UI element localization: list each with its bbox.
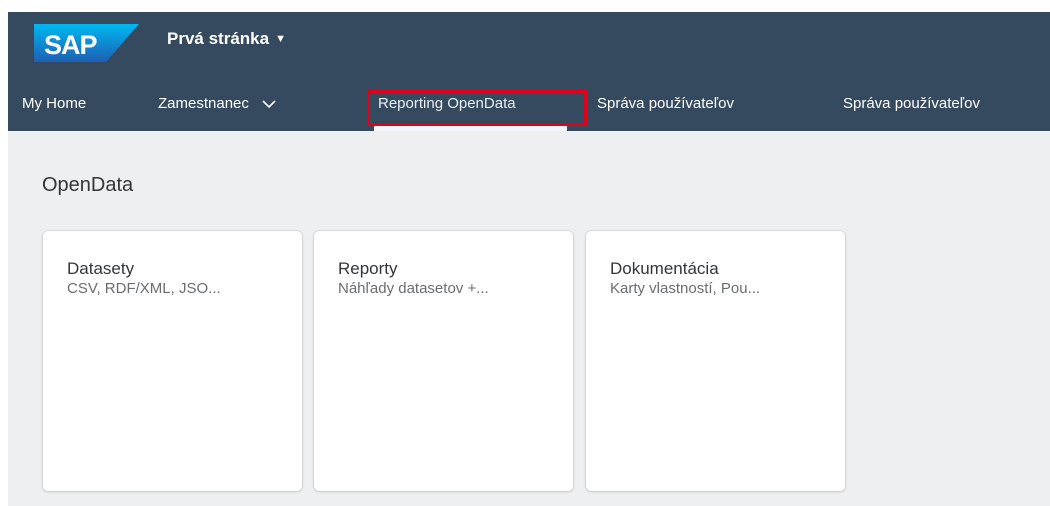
section-title: OpenData (42, 174, 134, 196)
chevron-down-icon (261, 96, 277, 112)
navigation-bar: My Home Zamestnanec Reporting OpenData S… (8, 76, 1050, 131)
caret-down-icon: ▼ (275, 32, 286, 45)
page-title-menu[interactable]: Prvá stránka ▼ (167, 25, 286, 53)
tile-subtitle: CSV, RDF/XML, JSO... (67, 280, 221, 297)
launchpad-frame: SAP Prvá stránka ▼ My Home Zamestnanec R… (8, 12, 1050, 506)
tab-label: Reporting OpenData (378, 95, 516, 112)
tile-dokumentacia[interactable]: Dokumentácia Karty vlastností, Pou... (586, 231, 845, 491)
tab-zamestnanec[interactable]: Zamestnanec (158, 76, 277, 131)
tile-subtitle: Náhľady datasetov +... (338, 280, 489, 297)
tab-label: Správa používateľov (597, 95, 734, 112)
tab-sprava-pouzivatelov-1[interactable]: Správa používateľov (597, 76, 734, 131)
tab-sprava-pouzivatelov-2[interactable]: Správa používateľov (843, 76, 980, 131)
tab-reporting-opendata[interactable]: Reporting OpenData (378, 76, 516, 131)
tile-reporty[interactable]: Reporty Náhľady datasetov +... (314, 231, 573, 491)
shell-bar: SAP Prvá stránka ▼ (8, 12, 1050, 76)
sap-logo-text: SAP (44, 30, 98, 60)
tile-subtitle: Karty vlastností, Pou... (610, 280, 761, 297)
tab-label: Správa používateľov (843, 95, 980, 112)
tab-label: My Home (22, 95, 87, 112)
tab-my-home[interactable]: My Home (22, 76, 86, 131)
tile-datasety[interactable]: Datasety CSV, RDF/XML, JSO... (43, 231, 302, 491)
tab-label: Zamestnanec (158, 95, 249, 112)
sap-logo[interactable]: SAP (34, 24, 139, 62)
tile-title: Datasety (67, 259, 135, 278)
tile-title: Dokumentácia (610, 259, 719, 278)
tile-title: Reporty (338, 259, 398, 278)
page-title-label: Prvá stránka (167, 29, 270, 48)
active-tab-indicator (374, 126, 567, 131)
